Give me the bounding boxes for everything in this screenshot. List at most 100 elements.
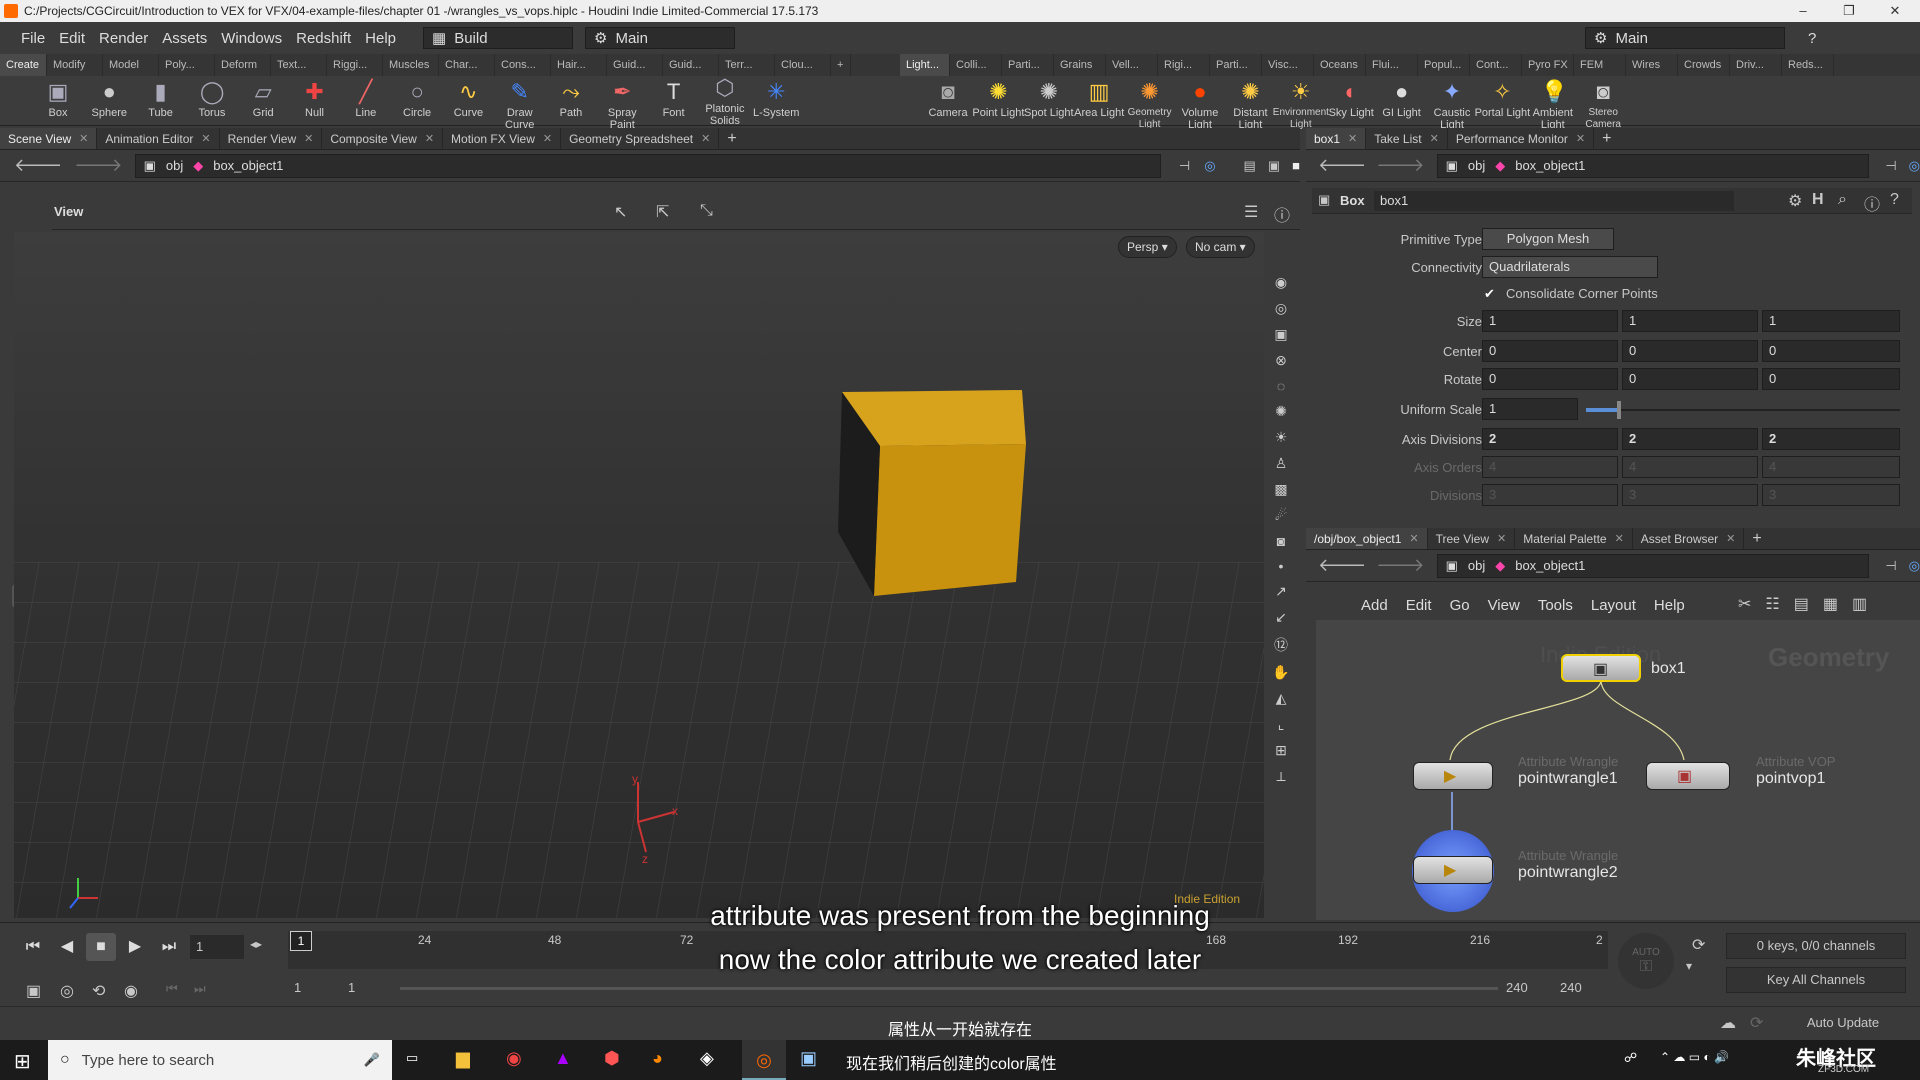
- tools-icon[interactable]: ✂: [1738, 594, 1751, 614]
- size-y-field[interactable]: 1: [1622, 310, 1758, 332]
- geometry-icon[interactable]: ◭: [1276, 690, 1287, 707]
- gear-icon[interactable]: ⚙: [1788, 191, 1802, 211]
- close-tab-icon[interactable]: ✕: [1576, 128, 1585, 150]
- shelf-tab-parti-2[interactable]: Parti...: [1002, 54, 1054, 76]
- menu-render[interactable]: Render: [92, 30, 155, 47]
- network-back-icon[interactable]: 🡐: [1318, 555, 1366, 576]
- primitive-type-dropdown[interactable]: Polygon Mesh: [1482, 228, 1614, 250]
- shelf-tab-muscles-7[interactable]: Muscles: [383, 54, 439, 76]
- tool-geometry-light[interactable]: ✺ Geometry Light: [1122, 78, 1178, 131]
- tool-spot-light[interactable]: ✺ Spot Light: [1021, 78, 1077, 120]
- wireframe-icon[interactable]: ◎: [1275, 300, 1287, 317]
- search-icon[interactable]: ⌕: [1838, 191, 1847, 209]
- range-end-field[interactable]: 240: [1500, 977, 1550, 999]
- pane-tab-material-palette[interactable]: Material Palette ✕: [1515, 528, 1633, 549]
- snap-grid-icon[interactable]: ⊞: [1275, 742, 1287, 759]
- tool-stereo-camera[interactable]: ◙ Stereo Camera: [1575, 78, 1631, 131]
- close-tab-icon[interactable]: ✕: [1409, 528, 1418, 550]
- close-tab-icon[interactable]: ✕: [1430, 128, 1439, 150]
- tool-spray-paint[interactable]: ✒ Spray Paint: [594, 78, 650, 132]
- uniform-scale-field[interactable]: 1: [1482, 398, 1578, 420]
- display-shading-icon[interactable]: ◉: [1275, 274, 1287, 291]
- shelf-tab-guid-12[interactable]: Guid...: [663, 54, 719, 76]
- tool-curve[interactable]: ∿ Curve: [440, 78, 496, 120]
- tool-torus[interactable]: ◯ Torus: [184, 78, 240, 120]
- pane-tab-render-view[interactable]: Render View ✕: [220, 128, 323, 149]
- task-view-icon[interactable]: ▭: [406, 1050, 418, 1066]
- context-dropdown[interactable]: ⚙ Main: [585, 27, 735, 49]
- node-pointwrangle1[interactable]: ▶: [1413, 762, 1493, 790]
- tool-area-light[interactable]: ▥ Area Light: [1071, 78, 1127, 120]
- normal-display-icon[interactable]: ↗: [1275, 583, 1287, 600]
- consolidate-checkbox[interactable]: ✔: [1484, 286, 1495, 302]
- network-menu-view[interactable]: View: [1479, 597, 1529, 614]
- hand-icon[interactable]: ✋: [1272, 664, 1289, 681]
- shelf-tab-riggi-6[interactable]: Riggi...: [327, 54, 383, 76]
- maximize-button[interactable]: ❐: [1826, 0, 1872, 22]
- close-tab-icon[interactable]: ✕: [201, 128, 210, 150]
- end-frame-field[interactable]: 240: [1554, 977, 1604, 999]
- network-menu-edit[interactable]: Edit: [1397, 597, 1441, 614]
- layout-icon[interactable]: ▤: [1244, 158, 1256, 174]
- viewer-path-field[interactable]: ▣ obj ◆ box_object1: [134, 153, 1161, 178]
- menu-windows[interactable]: Windows: [214, 30, 289, 47]
- tool-ambient-light[interactable]: 💡 Ambient Light: [1525, 78, 1581, 132]
- loop-icon[interactable]: ⟲: [92, 981, 105, 1001]
- taskbar-search-box[interactable]: ○ Type here to search 🎤: [48, 1040, 392, 1080]
- shelf-tab-text-5[interactable]: Text...: [271, 54, 327, 76]
- shelf-tab-terr-13[interactable]: Terr...: [719, 54, 775, 76]
- rotate-x-field[interactable]: 0: [1482, 368, 1618, 390]
- link-icon[interactable]: ◎: [1204, 158, 1215, 174]
- tool-volume-light[interactable]: ● Volume Light: [1172, 78, 1228, 132]
- connectivity-dropdown[interactable]: Quadrilaterals: [1482, 256, 1658, 278]
- global-anim-icon[interactable]: ◉: [124, 981, 138, 1001]
- close-tab-icon[interactable]: ✕: [304, 128, 313, 150]
- shelf-tab-cont-11[interactable]: Cont...: [1470, 54, 1522, 76]
- shelf-tab-rigi-5[interactable]: Rigi...: [1158, 54, 1210, 76]
- range-start-field[interactable]: 1: [342, 977, 392, 999]
- axis-div-x-field[interactable]: 2: [1482, 428, 1618, 450]
- pane-tab-geometry-spreadsheet[interactable]: Geometry Spreadsheet ✕: [561, 128, 720, 150]
- shelf-tab-guid-11[interactable]: Guid...: [607, 54, 663, 76]
- close-tab-icon[interactable]: ✕: [701, 128, 710, 150]
- pane-tab-box1[interactable]: box1 ✕: [1306, 128, 1367, 149]
- pane-tab-scene-view[interactable]: Scene View ✕: [0, 128, 98, 149]
- network-pin-icon[interactable]: ⊣: [1885, 558, 1896, 574]
- shelf-add-tab-button[interactable]: +: [831, 54, 851, 76]
- center-x-field[interactable]: 0: [1482, 340, 1618, 362]
- headlight-icon[interactable]: ☀: [1275, 429, 1288, 446]
- shelf-tab-parti-6[interactable]: Parti...: [1210, 54, 1262, 76]
- display-options-icon[interactable]: ☰: [1244, 202, 1258, 222]
- tool-caustic-light[interactable]: ✦ Caustic Light: [1424, 78, 1480, 132]
- shelf-tab-cons-9[interactable]: Cons...: [495, 54, 551, 76]
- axis-div-z-field[interactable]: 2: [1762, 428, 1900, 450]
- info-icon[interactable]: ⓘ: [1864, 191, 1880, 215]
- shelf-tab-clou-14[interactable]: Clou...: [775, 54, 831, 76]
- shelf-tab-flui-9[interactable]: Flui...: [1366, 54, 1418, 76]
- network-menu-layout[interactable]: Layout: [1582, 597, 1645, 614]
- shelf-tab-grains-3[interactable]: Grains: [1054, 54, 1106, 76]
- camera-menu-button[interactable]: No cam ▾: [1186, 236, 1255, 258]
- network-menu-go[interactable]: Go: [1441, 597, 1479, 614]
- center-z-field[interactable]: 0: [1762, 340, 1900, 362]
- network-editor[interactable]: Indie Edition Geometry ▣ box1 ▶ Attribut…: [1316, 620, 1920, 920]
- transform-tool-icon[interactable]: ⤡: [700, 202, 713, 220]
- pane-tab-animation-editor[interactable]: Animation Editor ✕: [97, 128, 220, 150]
- next-key-icon[interactable]: ⏭: [194, 981, 206, 997]
- shelf-tab-char-8[interactable]: Char...: [439, 54, 495, 76]
- persp-menu-button[interactable]: Persp ▾: [1118, 236, 1177, 258]
- back-arrow-icon[interactable]: 🡐: [14, 155, 62, 176]
- close-tab-icon[interactable]: ✕: [1726, 528, 1735, 550]
- tool-point-light[interactable]: ✺ Point Light: [970, 78, 1026, 120]
- tool-tube[interactable]: ▮ Tube: [133, 78, 189, 120]
- pin-icon[interactable]: ⊣: [1179, 158, 1190, 174]
- add-tab-button[interactable]: +: [719, 128, 744, 149]
- node-pointwrangle2[interactable]: ▶: [1413, 856, 1493, 884]
- pane-tab-take-list[interactable]: Take List ✕: [1366, 128, 1448, 149]
- shelf-tab-vell-4[interactable]: Vell...: [1106, 54, 1158, 76]
- shelf-tab-light-0[interactable]: Light...: [900, 54, 950, 76]
- shelf-tab-wires-14[interactable]: Wires: [1626, 54, 1678, 76]
- vector-display-icon[interactable]: ↙: [1275, 609, 1287, 626]
- node-box1[interactable]: ▣: [1561, 654, 1641, 682]
- affinity-icon[interactable]: ▲: [554, 1048, 572, 1069]
